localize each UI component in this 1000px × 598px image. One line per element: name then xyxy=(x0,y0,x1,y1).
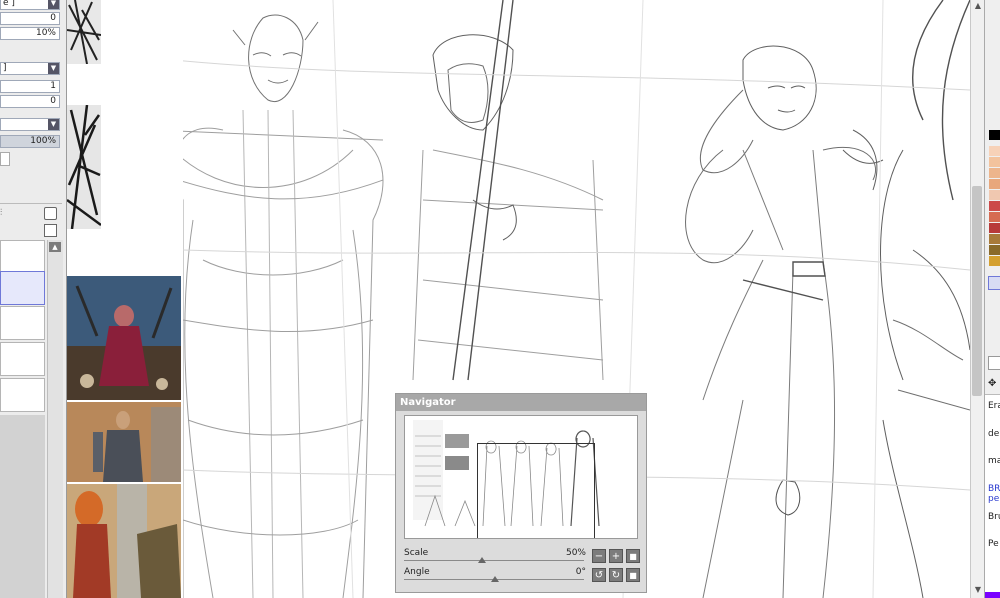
brush-label-bru[interactable]: Bru xyxy=(988,512,1000,522)
scale-slider-handle[interactable] xyxy=(478,557,486,563)
angle-label: Angle xyxy=(404,567,430,577)
palette-swatch[interactable] xyxy=(989,212,1000,222)
chevron-down-icon[interactable]: ▼ xyxy=(48,63,59,74)
blend-dropdown[interactable]: ] ▼ xyxy=(0,62,60,75)
navigator-title[interactable]: Navigator xyxy=(396,394,646,411)
layer-toolbar: ⫶ xyxy=(0,203,62,240)
fit-view-icon[interactable]: ■ xyxy=(626,549,640,563)
palette-swatch[interactable] xyxy=(989,146,1000,156)
reference-image-sorceress[interactable] xyxy=(67,276,181,400)
layer-row[interactable] xyxy=(0,306,45,340)
scroll-up-icon[interactable]: ▲ xyxy=(973,0,983,12)
palette-swatch[interactable] xyxy=(989,168,1000,178)
layer-list-scrollbar[interactable]: ▲ xyxy=(47,240,63,598)
blend-dropdown-value: ] xyxy=(3,63,7,73)
reference-image-armor[interactable] xyxy=(67,402,181,482)
new-layer-icon[interactable] xyxy=(44,224,57,237)
navigator-viewport[interactable] xyxy=(477,443,595,538)
brush-label-pe[interactable]: pe xyxy=(988,494,999,504)
reference-strip xyxy=(67,0,182,598)
brush-label-pen[interactable]: Pe xyxy=(988,539,999,549)
scale-value: 50% xyxy=(565,548,586,558)
sketch-thumbnail[interactable] xyxy=(67,105,101,229)
brush-label-br[interactable]: BR xyxy=(988,484,1000,494)
chevron-down-icon[interactable]: ▼ xyxy=(48,0,59,9)
palette-swatch[interactable] xyxy=(989,223,1000,233)
angle-slider-handle[interactable] xyxy=(491,576,499,582)
reset-rotation-icon[interactable]: ■ xyxy=(626,568,640,582)
brush-label-de[interactable]: de xyxy=(988,429,999,439)
palette-swatch[interactable] xyxy=(989,190,1000,200)
scale-label: Scale xyxy=(404,548,429,558)
active-color-bar xyxy=(985,592,1000,598)
opacity-slider[interactable]: 100% xyxy=(0,135,60,148)
brush-checkbox[interactable] xyxy=(988,356,1000,370)
color-brush-panel: ✥ Era de ma BR pe Bru Pe xyxy=(984,0,1000,598)
move-icon[interactable]: ✥ xyxy=(988,378,996,389)
sketch-thumbnail[interactable] xyxy=(67,0,101,64)
chevron-down-icon[interactable]: ▼ xyxy=(48,119,59,130)
navigator-panel: Navigator Scale 50% Angle 0° − + ■ ↺ ↻ ■ xyxy=(395,393,647,593)
brush-list: Era de ma BR pe Bru Pe xyxy=(985,394,1000,595)
palette-swatch[interactable] xyxy=(989,179,1000,189)
palette-tab[interactable] xyxy=(988,276,1000,290)
rotate-left-icon[interactable]: ↺ xyxy=(592,568,606,582)
zoom-out-icon[interactable]: − xyxy=(592,549,606,563)
palette-swatch[interactable] xyxy=(989,245,1000,255)
param-field-a[interactable]: 0 xyxy=(0,12,60,25)
reference-image-warrior[interactable] xyxy=(67,484,181,598)
scroll-up-icon[interactable]: ▲ xyxy=(49,242,61,252)
palette-swatch[interactable] xyxy=(989,256,1000,266)
layer-row[interactable] xyxy=(0,240,45,274)
palette-swatch[interactable] xyxy=(989,201,1000,211)
palette-swatch[interactable] xyxy=(989,234,1000,244)
zoom-in-icon[interactable]: + xyxy=(609,549,623,563)
navigator-preview[interactable] xyxy=(404,415,638,539)
mode-dropdown-value: e ] xyxy=(3,0,15,8)
param-field-c[interactable]: 1 xyxy=(0,80,60,93)
layer-row[interactable] xyxy=(0,378,45,412)
lock-checkbox[interactable] xyxy=(0,152,10,166)
mode-dropdown[interactable]: e ] ▼ xyxy=(0,0,60,10)
current-color-swatch[interactable] xyxy=(989,130,1000,140)
brush-label-eraser[interactable]: Era xyxy=(988,401,1000,411)
brush-label-ma[interactable]: ma xyxy=(988,456,1000,466)
angle-value: 0° xyxy=(575,567,586,577)
palette-swatch[interactable] xyxy=(989,157,1000,167)
layer-mask-icon[interactable] xyxy=(44,207,57,220)
param-field-b[interactable]: 10% xyxy=(0,27,60,40)
scale-slider-track[interactable] xyxy=(404,560,584,561)
layer-list-empty xyxy=(0,415,45,598)
scroll-thumb[interactable] xyxy=(972,186,982,396)
rotate-right-icon[interactable]: ↻ xyxy=(609,568,623,582)
layer-mode-dropdown[interactable]: ▼ xyxy=(0,118,60,131)
layer-row-selected[interactable] xyxy=(0,271,45,305)
pin-icon[interactable]: ⫶ xyxy=(0,208,2,218)
layer-row[interactable] xyxy=(0,342,45,376)
param-field-d[interactable]: 0 xyxy=(0,95,60,108)
scroll-down-icon[interactable]: ▼ xyxy=(973,584,983,596)
